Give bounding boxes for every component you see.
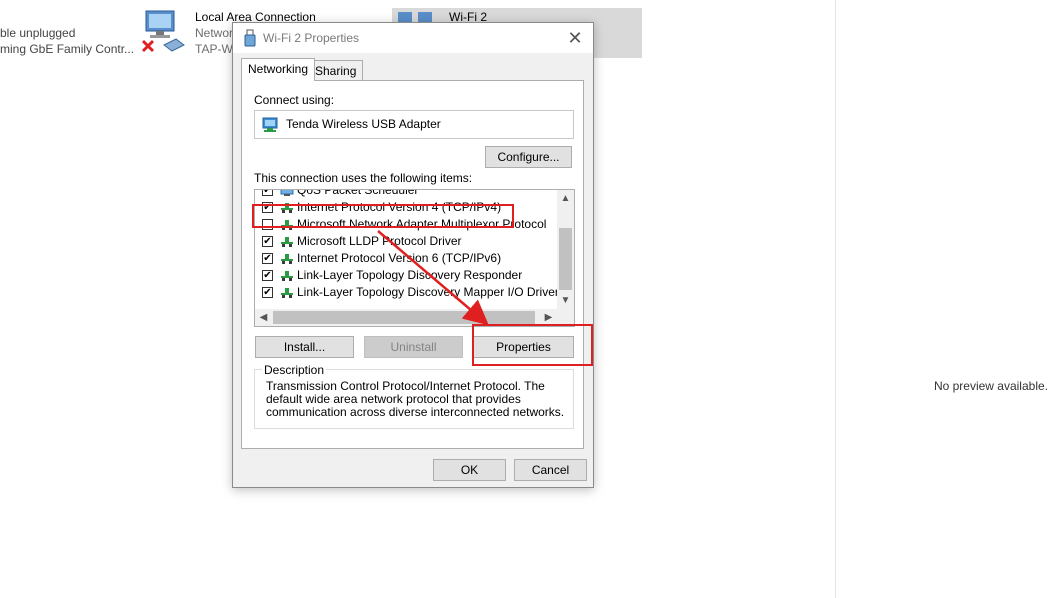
item-label: Microsoft LLDP Protocol Driver <box>297 234 462 248</box>
configure-button[interactable]: Configure... <box>485 146 572 168</box>
connection-status: Networ <box>195 26 234 40</box>
dialog-titlebar[interactable]: Wi-Fi 2 Properties ✕ <box>233 23 593 53</box>
item-label: QoS Packet Scheduler <box>297 189 419 197</box>
ethernet-disconnected-icon[interactable] <box>140 9 190 55</box>
usb-adapter-icon <box>244 29 256 47</box>
connection-device: ming GbE Family Contr... <box>0 42 135 56</box>
network-adapter-icon <box>262 117 278 132</box>
scroll-thumb-horizontal[interactable] <box>273 311 535 324</box>
adapter-name: Tenda Wireless USB Adapter <box>286 117 441 131</box>
adapter-field: Tenda Wireless USB Adapter <box>254 110 574 139</box>
item-label: Microsoft Network Adapter Multiplexor Pr… <box>297 217 547 231</box>
list-item[interactable]: ✔ Microsoft LLDP Protocol Driver <box>255 233 555 250</box>
protocol-icon <box>281 237 293 247</box>
install-button[interactable]: Install... <box>255 336 354 358</box>
scroll-left-icon[interactable]: ◀ <box>255 309 272 326</box>
scroll-up-icon[interactable]: ▲ <box>557 190 574 207</box>
protocol-icon <box>281 203 293 213</box>
item-checkbox[interactable]: ✔ <box>262 202 273 213</box>
protocol-icon <box>281 271 293 281</box>
scroll-down-icon[interactable]: ▼ <box>557 292 574 309</box>
properties-dialog: Wi-Fi 2 Properties ✕ Networking Sharing … <box>232 22 594 488</box>
item-label: Link-Layer Topology Discovery Responder <box>297 268 523 282</box>
protocol-icon <box>281 220 293 230</box>
item-label: Link-Layer Topology Discovery Mapper I/O… <box>297 285 559 299</box>
item-checkbox[interactable]: ✔ <box>262 190 273 196</box>
horizontal-scrollbar[interactable]: ◀ ▶ <box>255 309 574 326</box>
item-label: Internet Protocol Version 4 (TCP/IPv4) <box>297 200 502 214</box>
item-checkbox[interactable]: ✔ <box>262 253 273 264</box>
list-item[interactable]: Microsoft Network Adapter Multiplexor Pr… <box>255 216 555 233</box>
protocol-icon <box>281 254 293 264</box>
preview-pane: No preview available. <box>835 0 1051 598</box>
network-service-icon <box>280 190 294 196</box>
item-label: Internet Protocol Version 6 (TCP/IPv6) <box>297 251 502 265</box>
cancel-button[interactable]: Cancel <box>514 459 587 481</box>
vertical-scrollbar[interactable]: ▲ ▼ <box>557 190 574 309</box>
protocol-icon <box>281 288 293 298</box>
item-checkbox[interactable]: ✔ <box>262 236 273 247</box>
dialog-title: Wi-Fi 2 Properties <box>263 31 360 45</box>
list-item[interactable]: ✔ Link-Layer Topology Discovery Mapper I/… <box>255 284 559 301</box>
ok-button[interactable]: OK <box>433 459 506 481</box>
close-button[interactable]: ✕ <box>557 23 593 53</box>
tab-sharing[interactable]: Sharing <box>308 60 364 80</box>
connection-status: ble unplugged <box>0 26 76 40</box>
description-legend: Description <box>262 363 327 377</box>
close-icon: ✕ <box>567 27 583 48</box>
item-checkbox[interactable]: ✔ <box>262 270 273 281</box>
uninstall-button: Uninstall <box>364 336 463 358</box>
scroll-thumb[interactable] <box>559 228 572 290</box>
item-checkbox[interactable] <box>262 219 273 230</box>
no-preview-text: No preview available. <box>933 379 1048 393</box>
list-item[interactable]: ✔ QoS Packet Scheduler <box>255 189 555 199</box>
connect-using-label: Connect using: <box>254 93 335 107</box>
list-item[interactable]: ✔ Link-Layer Topology Discovery Responder <box>255 267 555 284</box>
list-item[interactable]: ✔ Internet Protocol Version 6 (TCP/IPv6) <box>255 250 555 267</box>
properties-button[interactable]: Properties <box>473 336 574 358</box>
components-list[interactable]: ✔ QoS Packet Scheduler ✔ Internet Protocol … <box>254 189 575 327</box>
scroll-right-icon[interactable]: ▶ <box>540 309 557 326</box>
connection-device: TAP-Wi <box>195 42 236 56</box>
item-checkbox[interactable]: ✔ <box>262 287 273 298</box>
list-item[interactable]: ✔ Internet Protocol Version 4 (TCP/IPv4) <box>255 199 555 216</box>
items-label: This connection uses the following items… <box>254 171 473 185</box>
tab-networking[interactable]: Networking <box>241 58 316 81</box>
description-text: Transmission Control Protocol/Internet P… <box>266 379 565 419</box>
